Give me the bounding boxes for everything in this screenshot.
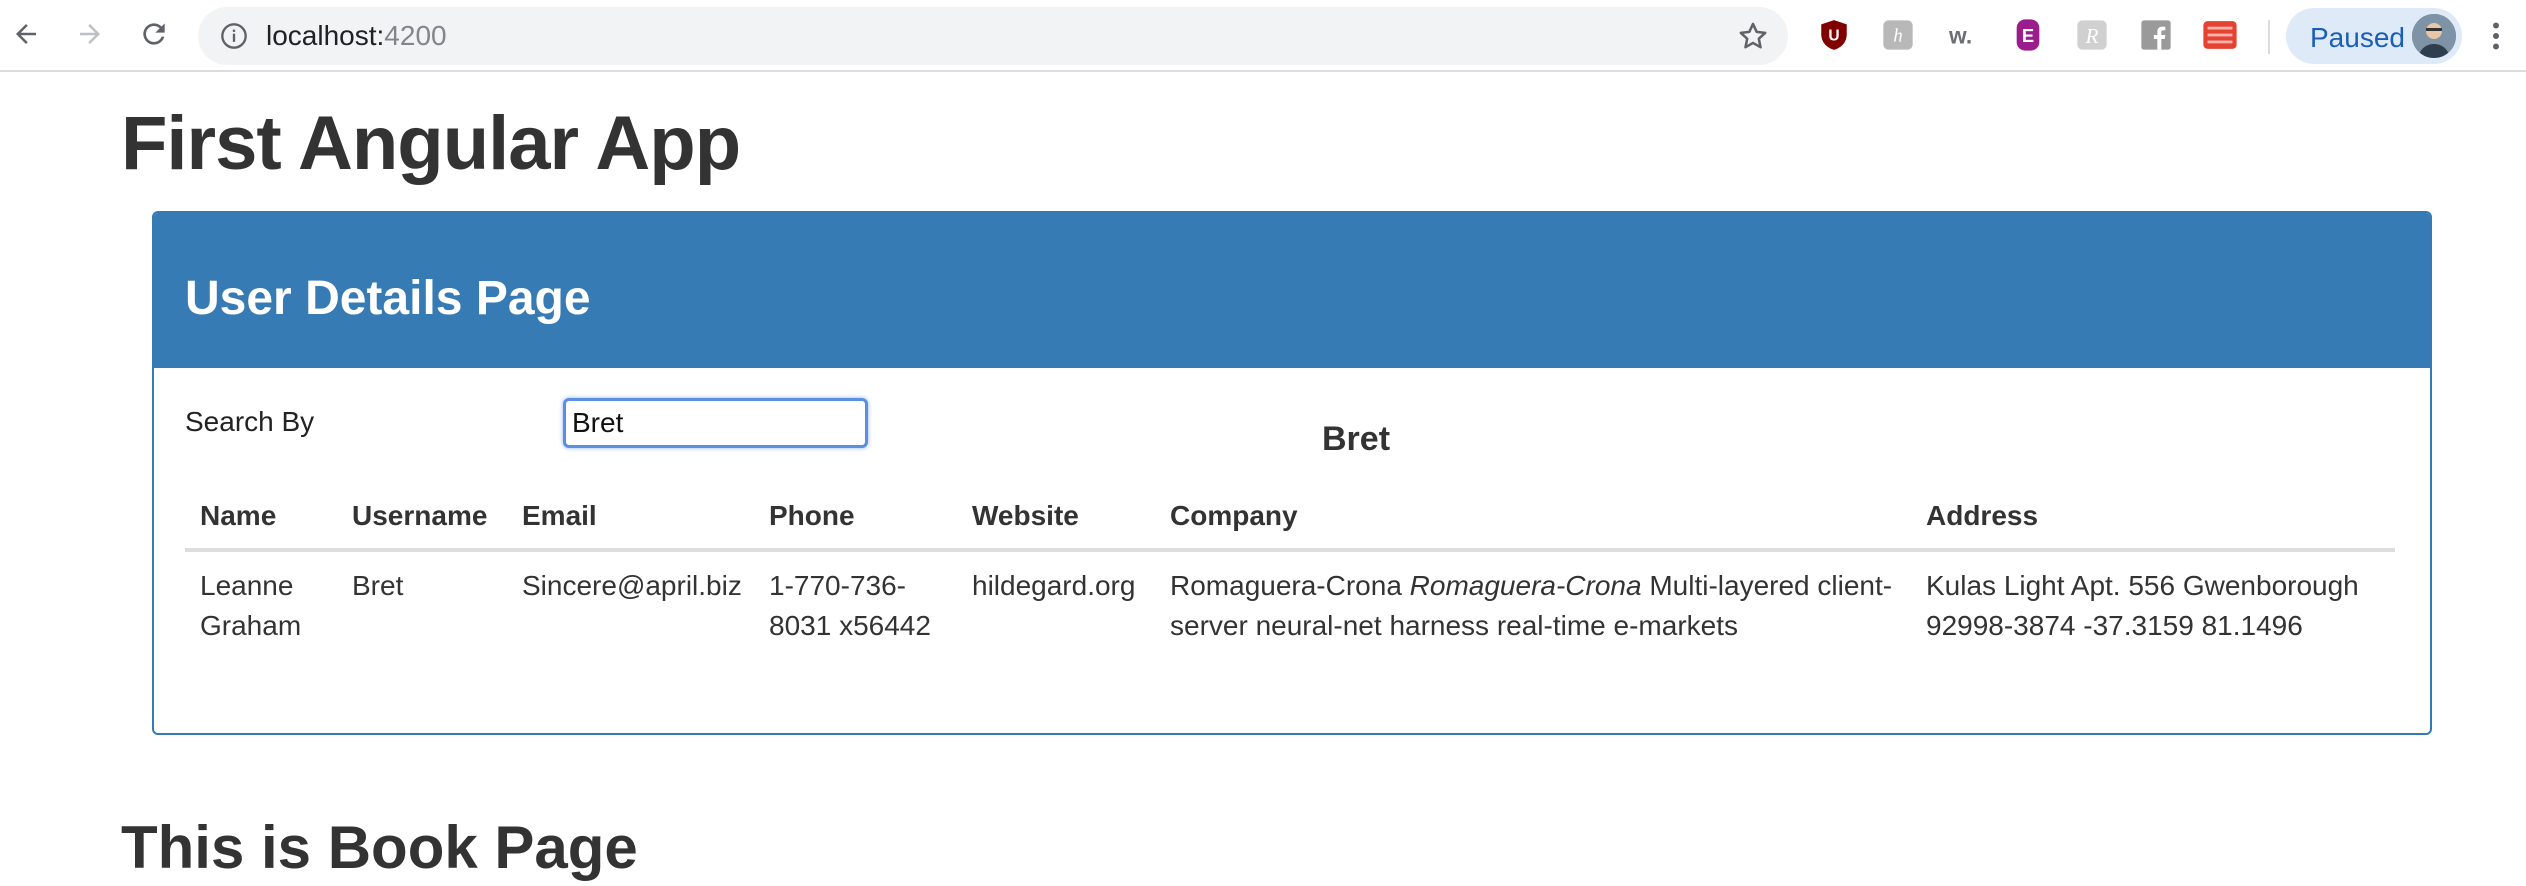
column-header-phone: Phone [769,500,855,531]
book-page-heading: This is Book Page [121,814,638,881]
forward-arrow-icon [80,24,100,44]
url-text[interactable]: localhost:4200 [266,20,447,52]
panel-title: User Details Page [185,272,591,325]
honey-icon[interactable]: h [1880,17,1916,53]
column-header-username: Username [352,500,488,531]
column-header-address: Address [1926,500,2039,531]
svg-text:U: U [1828,28,1839,45]
svg-text:E: E [2022,25,2034,46]
table-header-divider [185,548,2395,552]
more-vert-icon [2493,22,2499,50]
cell-website: hildegard.org [972,570,1136,601]
panel-header: User Details Page [154,213,2430,368]
user-details-panel: User Details Page Search By Bret Name Us… [152,211,2432,735]
site-info-icon[interactable] [220,22,248,50]
facebook-icon[interactable] [2138,17,2174,53]
profile-status-label: Paused [2310,22,2405,53]
back-arrow-icon [16,24,36,44]
address-bar[interactable]: localhost:4200 [198,7,1788,65]
profile-button[interactable]: Paused [2286,8,2462,64]
search-echo-text: Bret [1322,420,1391,458]
search-label: Search By [185,406,315,437]
avatar [2412,14,2456,58]
company-bs: harness real-time e-markets [1389,610,1738,641]
browser-menu-button[interactable] [2478,18,2514,54]
forward-button[interactable] [70,14,110,54]
toolbar-separator [2268,20,2270,54]
todoist-icon[interactable] [2202,17,2238,53]
cell-email: Sincere@april.biz [522,570,742,601]
cell-company: Romaguera-Crona Romaguera-Crona Multi-la… [1170,566,1900,646]
browser-toolbar: localhost:4200 U h w. E R Paused [0,0,2526,72]
ext-r-icon[interactable]: R [2074,17,2110,53]
svg-text:h: h [1893,26,1902,47]
reload-icon [143,23,165,45]
cell-address: Kulas Light Apt. 556 Gwenborough 92998-3… [1926,570,2359,641]
company-name: Romaguera-Crona [1170,570,1402,601]
search-input[interactable] [563,398,868,448]
cell-username: Bret [352,570,404,601]
bookmark-star-icon[interactable] [1736,19,1770,53]
company-name-italic: Romaguera-Crona [1409,570,1642,601]
cell-phone: 1-770-736-8031 x56442 [769,570,931,641]
column-header-name: Name [200,500,277,531]
page-title: First Angular App [121,101,741,186]
back-button[interactable] [6,14,46,54]
column-header-email: Email [522,500,597,531]
column-header-company: Company [1170,500,1298,531]
ublock-icon[interactable]: U [1816,17,1852,53]
cell-name: Leanne Graham [200,570,302,641]
svg-text:w.: w. [1948,23,1972,49]
wappalyzer-icon[interactable]: w. [1944,17,1980,53]
reload-button[interactable] [134,14,174,54]
svg-text:R: R [2084,24,2098,48]
ext-e-icon[interactable]: E [2010,17,2046,53]
column-header-website: Website [972,500,1079,531]
